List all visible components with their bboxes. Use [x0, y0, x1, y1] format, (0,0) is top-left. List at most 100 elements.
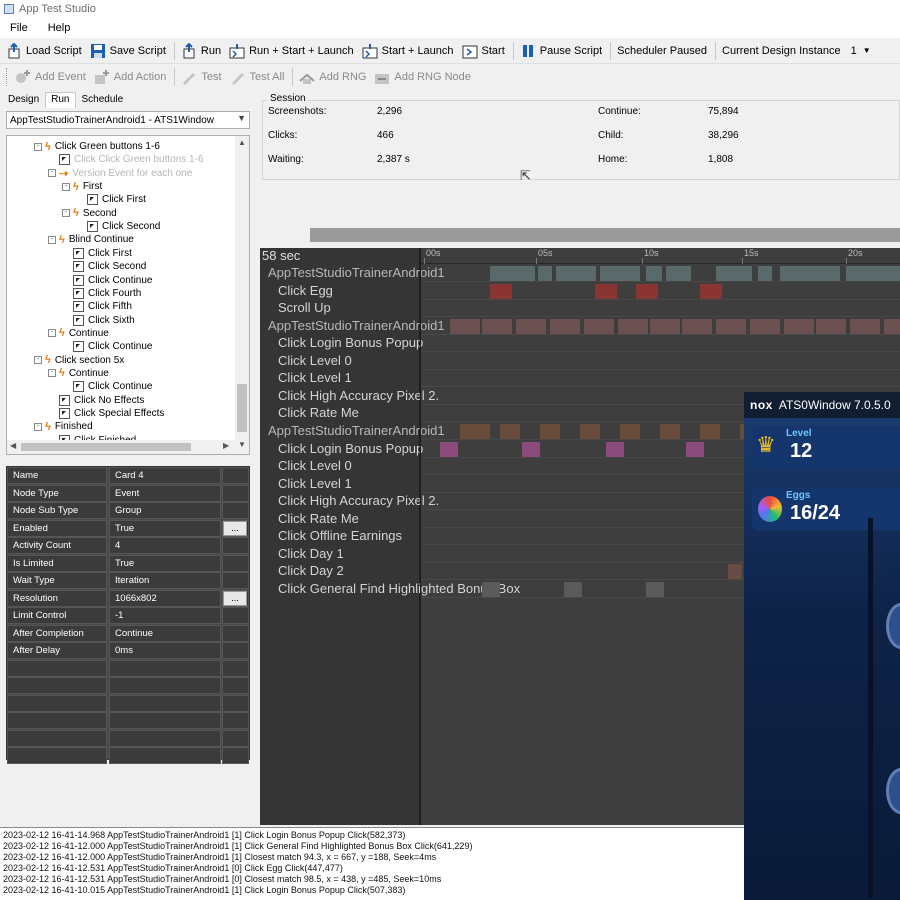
- collapse-toggle-icon[interactable]: -: [62, 209, 70, 218]
- tree-node[interactable]: Click Fifth: [73, 300, 132, 313]
- timeline-event-block[interactable]: [595, 283, 617, 299]
- timeline-event-block[interactable]: [700, 423, 720, 439]
- timeline-lane[interactable]: [420, 318, 900, 335]
- timeline-event-block[interactable]: [516, 318, 546, 334]
- add-event-button[interactable]: Add Event: [15, 69, 86, 85]
- tab-design[interactable]: Design: [2, 92, 45, 108]
- collapse-toggle-icon[interactable]: -: [34, 356, 42, 365]
- game-button[interactable]: [886, 768, 900, 814]
- timeline-event-block[interactable]: [646, 581, 664, 597]
- timeline-event-block[interactable]: [522, 441, 540, 457]
- property-value[interactable]: [109, 712, 221, 729]
- timeline-event-block[interactable]: [556, 266, 596, 281]
- nox-emulator-window[interactable]: nox ATS0Window 7.0.5.0 ♛ Level 12 Eggs 1…: [744, 392, 900, 900]
- timeline-lane[interactable]: [420, 370, 900, 388]
- property-row[interactable]: Resolution 1066x802...: [7, 589, 249, 607]
- design-instance-dropdown[interactable]: Current Design Instance 1 ▼: [722, 45, 871, 57]
- property-value[interactable]: Group: [109, 502, 221, 519]
- property-value[interactable]: True: [109, 519, 221, 537]
- property-value[interactable]: [109, 747, 221, 764]
- timeline-event-block[interactable]: [780, 266, 840, 281]
- property-value[interactable]: [109, 659, 221, 677]
- collapse-toggle-icon[interactable]: -: [34, 422, 42, 431]
- timeline-event-block[interactable]: [700, 283, 722, 299]
- timeline-event-block[interactable]: [636, 283, 658, 299]
- timeline-event-block[interactable]: [816, 318, 846, 334]
- tree-node[interactable]: - ϟ Click Green buttons 1-6: [34, 140, 160, 153]
- timeline-event-block[interactable]: [884, 318, 900, 334]
- property-row[interactable]: Limit Control -1: [7, 607, 249, 624]
- timeline-event-block[interactable]: [660, 423, 680, 439]
- scroll-down-icon[interactable]: ▼: [238, 440, 246, 449]
- timeline-event-block[interactable]: [682, 318, 712, 334]
- timeline-event-block[interactable]: [620, 423, 640, 439]
- tree-node[interactable]: Click Sixth: [73, 314, 135, 327]
- timeline-event-block[interactable]: [580, 423, 600, 439]
- toolbar-grip[interactable]: [6, 68, 9, 86]
- property-row[interactable]: Enabled True...: [7, 519, 249, 537]
- scroll-right-icon[interactable]: ▶: [223, 441, 229, 450]
- property-row[interactable]: Node Sub Type Group: [7, 502, 249, 519]
- property-value[interactable]: -1: [109, 607, 221, 624]
- tree-node[interactable]: Click Special Effects: [59, 407, 164, 420]
- property-row[interactable]: [7, 729, 249, 747]
- property-value[interactable]: 0ms: [109, 642, 221, 659]
- property-value[interactable]: [109, 677, 221, 694]
- tree-horizontal-scrollbar[interactable]: ◀ ▶: [7, 440, 237, 454]
- property-value[interactable]: Event: [109, 484, 221, 502]
- property-row[interactable]: Wait Type Iteration: [7, 572, 249, 589]
- property-row[interactable]: [7, 694, 249, 712]
- timeline-event-block[interactable]: [666, 266, 691, 281]
- property-row[interactable]: Node Type Event: [7, 484, 249, 502]
- timeline-event-block[interactable]: [728, 564, 742, 580]
- timeline-event-block[interactable]: [440, 441, 458, 457]
- tree-node[interactable]: - ϟ Finished: [34, 420, 93, 433]
- collapse-toggle-icon[interactable]: -: [48, 369, 56, 378]
- game-screen[interactable]: ♛ Level 12 Eggs 16/24: [744, 418, 900, 900]
- add-action-button[interactable]: Add Action: [94, 69, 166, 85]
- tree-node[interactable]: Click Second: [87, 220, 160, 233]
- timeline-event-block[interactable]: [564, 581, 582, 597]
- tree-node[interactable]: Click First: [73, 247, 132, 260]
- timeline-event-block[interactable]: [490, 266, 535, 281]
- collapse-toggle-icon[interactable]: -: [34, 142, 42, 151]
- timeline-event-block[interactable]: [850, 318, 880, 334]
- tree-node[interactable]: - ϟ Continue: [48, 367, 109, 380]
- timeline-lane[interactable]: [420, 265, 900, 282]
- scheduler-status[interactable]: Scheduler Paused: [617, 45, 707, 57]
- timeline-event-block[interactable]: [600, 266, 640, 281]
- property-value[interactable]: Iteration: [109, 572, 221, 589]
- property-value[interactable]: Continue: [109, 624, 221, 642]
- game-button[interactable]: [886, 603, 900, 649]
- timeline-lane[interactable]: [420, 300, 900, 318]
- tree-node[interactable]: Click Continue: [73, 274, 152, 287]
- tab-schedule[interactable]: Schedule: [76, 92, 130, 108]
- start-button[interactable]: Start: [462, 43, 505, 59]
- playhead[interactable]: [420, 248, 421, 825]
- timeline-event-block[interactable]: [716, 318, 746, 334]
- timeline-event-block[interactable]: [618, 318, 648, 334]
- timeline-lane[interactable]: [420, 353, 900, 370]
- property-value[interactable]: 1066x802: [109, 589, 221, 607]
- menu-help[interactable]: Help: [38, 22, 81, 34]
- ellipsis-button[interactable]: ...: [223, 520, 247, 536]
- tree-node[interactable]: Click Click Green buttons 1-6: [59, 153, 204, 166]
- property-value[interactable]: [109, 694, 221, 712]
- timeline-event-block[interactable]: [550, 318, 580, 334]
- ellipsis-button[interactable]: ...: [223, 590, 247, 606]
- tree-vertical-scrollbar[interactable]: ▲ ▼: [235, 136, 249, 454]
- save-script-button[interactable]: Save Script: [90, 43, 166, 59]
- timeline-event-block[interactable]: [846, 266, 900, 281]
- timeline-event-block[interactable]: [686, 441, 704, 457]
- property-value[interactable]: True: [109, 554, 221, 572]
- tree-node[interactable]: Click Continue: [73, 380, 152, 393]
- scroll-left-icon[interactable]: ◀: [10, 441, 16, 450]
- timeline-event-block[interactable]: [490, 283, 512, 299]
- timeline-event-block[interactable]: [646, 266, 662, 281]
- tree-node[interactable]: - ϟ Blind Continue: [48, 233, 134, 246]
- menu-file[interactable]: File: [0, 22, 38, 34]
- tab-run[interactable]: Run: [45, 92, 76, 108]
- log-output[interactable]: 2023-02-12 16-41-14.968 AppTestStudioTra…: [0, 827, 744, 900]
- timeline-event-block[interactable]: [716, 266, 752, 281]
- test-button[interactable]: Test: [181, 69, 222, 85]
